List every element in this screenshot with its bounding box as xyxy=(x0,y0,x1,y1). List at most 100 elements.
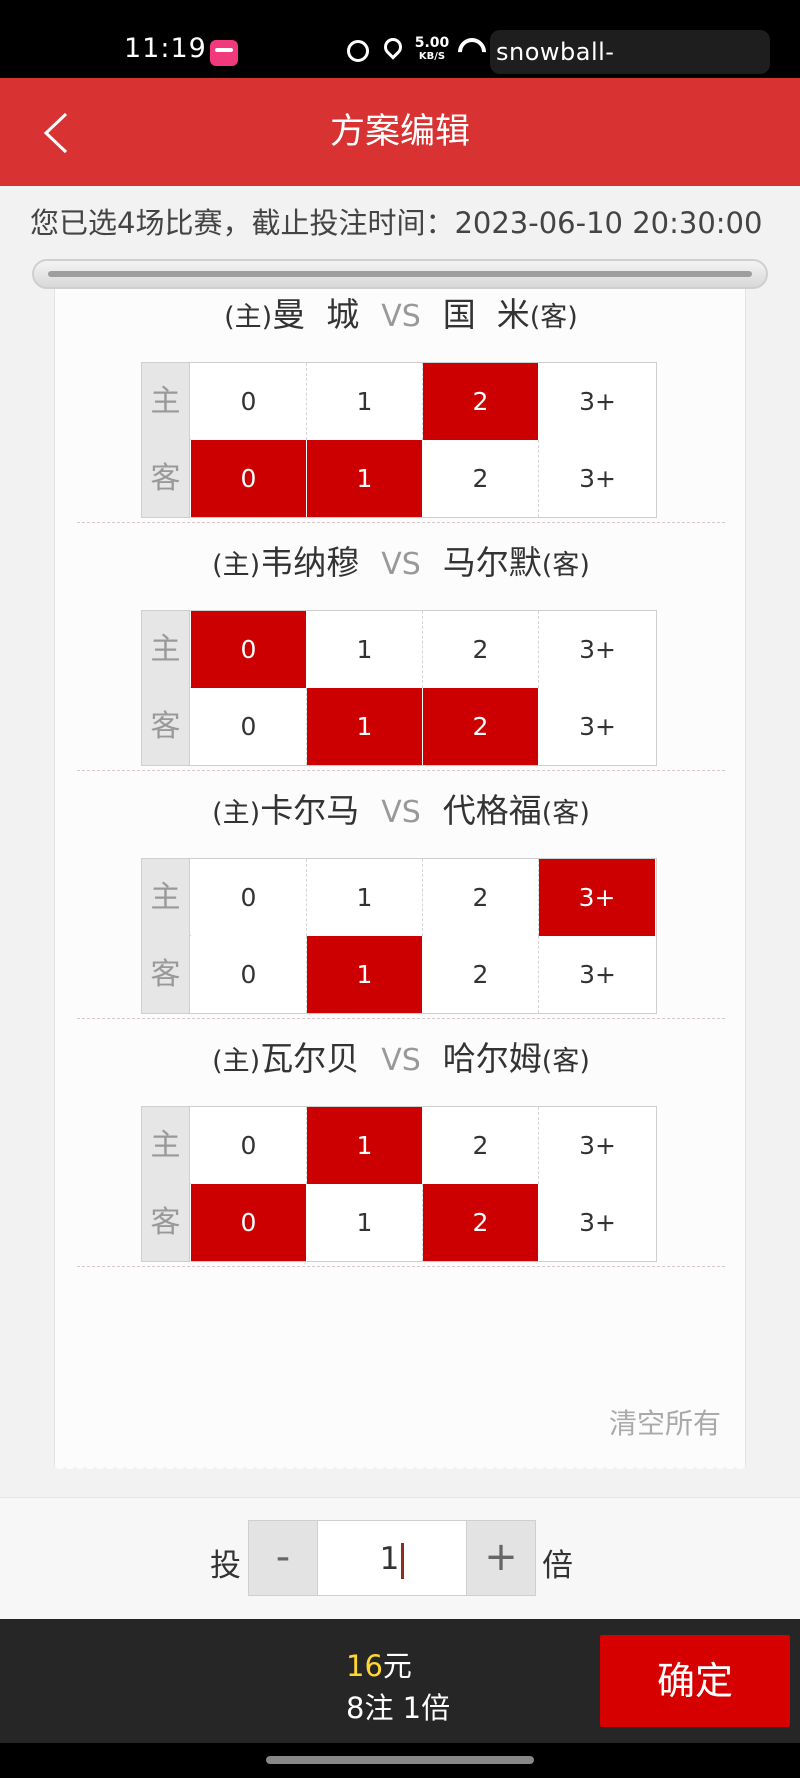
home-goal-option[interactable]: 1 xyxy=(307,859,423,936)
away-goal-option[interactable]: 0 xyxy=(191,936,307,1013)
away-goal-option[interactable]: 3+ xyxy=(539,936,656,1013)
away-goal-option[interactable]: 1 xyxy=(307,1184,423,1261)
page-title: 方案编辑 xyxy=(329,112,470,152)
away-goal-option[interactable]: 0 xyxy=(191,688,307,765)
away-team: 代格福 xyxy=(442,791,542,830)
multiplier-area: 投 - 1 + 倍 xyxy=(0,1497,800,1619)
vs-label: VS xyxy=(381,547,421,582)
bottom-bar: 16元 8注 1倍 确定 xyxy=(0,1619,800,1743)
home-goal-option[interactable]: 0 xyxy=(191,859,307,936)
away-goal-option[interactable]: 1 xyxy=(307,440,423,517)
decrease-button[interactable]: - xyxy=(248,1520,318,1596)
amount-value: 16 xyxy=(346,1649,383,1683)
away-side-label: 客 xyxy=(142,1184,190,1261)
home-goal-option[interactable]: 1 xyxy=(307,611,423,688)
away-tag: (客) xyxy=(541,1046,590,1077)
away-goal-option[interactable]: 2 xyxy=(423,688,539,765)
bilibili-app-icon xyxy=(210,40,238,66)
match-title: (主)卡尔马 VS 代格福(客) xyxy=(55,786,747,836)
home-goal-option[interactable]: 2 xyxy=(423,1107,539,1184)
away-team: 哈尔姆 xyxy=(442,1039,542,1078)
selection-info: 您已选4场比赛，截止投注时间：2023-06-10 20:30:00 xyxy=(30,206,763,240)
score-grid: 主 0 1 2 3+ 客 0 1 2 3+ xyxy=(141,1106,657,1262)
away-side-label: 客 xyxy=(142,688,190,765)
back-arrow-icon[interactable] xyxy=(40,112,76,154)
match-title: (主)韦纳穆 VS 马尔默(客) xyxy=(55,538,747,588)
navigation-bar xyxy=(0,1743,800,1778)
home-goal-option[interactable]: 1 xyxy=(307,1107,423,1184)
multiplier-label-before: 投 xyxy=(210,1548,241,1584)
network-speed-unit: KB/S xyxy=(418,51,446,62)
confirm-button[interactable]: 确定 xyxy=(600,1635,790,1727)
home-score-row: 主 0 1 2 3+ xyxy=(142,859,656,936)
network-speed: 5.00 KB/S xyxy=(412,36,452,64)
wifi-icon xyxy=(452,32,492,72)
home-team: 曼 城 xyxy=(272,295,360,334)
home-tag: (主) xyxy=(212,1046,261,1077)
match-card: (主)卡尔马 VS 代格福(客) 主 0 1 2 3+ 客 0 1 2 3+ xyxy=(55,786,747,1036)
home-goal-option[interactable]: 2 xyxy=(423,859,539,936)
amount-currency: 元 xyxy=(382,1649,412,1683)
away-goal-option[interactable]: 3+ xyxy=(539,440,656,517)
text-caret xyxy=(401,1542,405,1579)
home-goal-option[interactable]: 2 xyxy=(423,363,539,440)
match-divider xyxy=(77,1018,725,1019)
away-goal-option[interactable]: 1 xyxy=(307,936,423,1013)
home-score-row: 主 0 1 2 3+ xyxy=(142,363,656,440)
vs-label: VS xyxy=(381,1043,421,1078)
multiplier-label-after: 倍 xyxy=(542,1548,573,1584)
home-side-label: 主 xyxy=(142,611,190,688)
score-grid: 主 0 1 2 3+ 客 0 1 2 3+ xyxy=(141,858,657,1014)
away-goal-option[interactable]: 3+ xyxy=(539,1184,656,1261)
away-goal-option[interactable]: 1 xyxy=(307,688,423,765)
match-divider xyxy=(77,770,725,771)
total-amount: 16元 xyxy=(346,1643,412,1685)
away-tag: (客) xyxy=(529,302,578,333)
away-goal-option[interactable]: 2 xyxy=(423,440,539,517)
away-goal-option[interactable]: 3+ xyxy=(539,688,656,765)
vs-label: VS xyxy=(381,299,421,334)
home-score-row: 主 0 1 2 3+ xyxy=(142,1107,656,1184)
away-tag: (客) xyxy=(541,798,590,829)
status-time: 11:19 xyxy=(124,33,207,64)
home-goal-option[interactable]: 3+ xyxy=(539,1107,656,1184)
match-title: (主)曼 城 VS 国 米(客) xyxy=(55,290,747,340)
match-card: (主)曼 城 VS 国 米(客) 主 0 1 2 3+ 客 0 1 2 3+ xyxy=(55,290,747,540)
away-goal-option[interactable]: 0 xyxy=(191,440,307,517)
home-tag: (主) xyxy=(224,302,273,333)
multiplier-value: 1 xyxy=(379,1541,400,1577)
home-goal-option[interactable]: 3+ xyxy=(539,859,656,936)
watermark: snowball-gunqiu.com.cn xyxy=(490,30,770,110)
increase-button[interactable]: + xyxy=(466,1520,536,1596)
home-goal-option[interactable]: 3+ xyxy=(539,611,656,688)
away-goal-option[interactable]: 2 xyxy=(423,936,539,1013)
home-goal-option[interactable]: 0 xyxy=(191,611,307,688)
match-divider xyxy=(77,1266,725,1267)
app-header: 方案编辑 xyxy=(0,78,800,186)
away-side-label: 客 xyxy=(142,936,190,1013)
location-icon xyxy=(380,34,406,60)
home-goal-option[interactable]: 3+ xyxy=(539,363,656,440)
home-side-label: 主 xyxy=(142,1107,190,1184)
away-goal-option[interactable]: 2 xyxy=(423,1184,539,1261)
vs-label: VS xyxy=(381,795,421,830)
away-goal-option[interactable]: 0 xyxy=(191,1184,307,1261)
match-divider xyxy=(77,522,725,523)
home-goal-option[interactable]: 2 xyxy=(423,611,539,688)
home-team: 韦纳穆 xyxy=(260,543,360,582)
clear-all-button[interactable]: 清空所有 xyxy=(609,1402,721,1442)
away-score-row: 客 0 1 2 3+ xyxy=(142,1184,656,1261)
home-side-label: 主 xyxy=(142,859,190,936)
away-tag: (客) xyxy=(541,550,590,581)
home-goal-option[interactable]: 0 xyxy=(191,363,307,440)
home-goal-option[interactable]: 0 xyxy=(191,1107,307,1184)
home-goal-option[interactable]: 1 xyxy=(307,363,423,440)
multiplier-input[interactable]: 1 xyxy=(318,1520,466,1596)
home-gesture-handle[interactable] xyxy=(266,1756,534,1764)
alarm-icon xyxy=(347,40,369,62)
match-card: (主)韦纳穆 VS 马尔默(客) 主 0 1 2 3+ 客 0 1 2 3+ xyxy=(55,538,747,788)
ticket-roller xyxy=(32,259,768,289)
ticket-paper: (主)曼 城 VS 国 米(客) 主 0 1 2 3+ 客 0 1 2 3+ (主)韦纳穆 VS 马尔默(客)… xyxy=(54,274,747,1474)
home-tag: (主) xyxy=(212,798,261,829)
home-score-row: 主 0 1 2 3+ xyxy=(142,611,656,688)
